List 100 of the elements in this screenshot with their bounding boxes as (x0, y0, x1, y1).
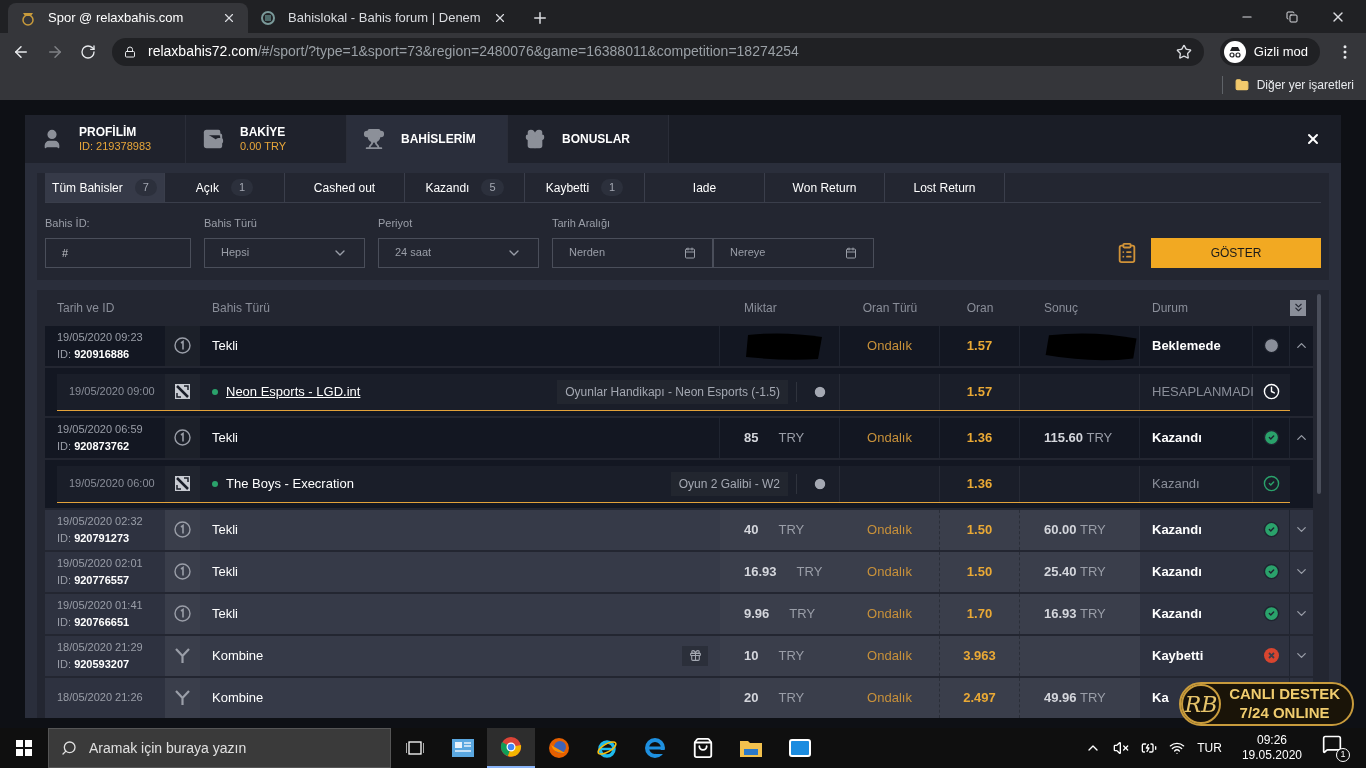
browser-tab[interactable]: Bahislokal - Bahis forum | Denem (248, 3, 519, 33)
battery-icon[interactable] (1141, 740, 1158, 756)
incognito-icon (1223, 40, 1246, 63)
bet-date: 19/05/2020 06:59 (57, 422, 144, 437)
count-badge: 1 (601, 179, 624, 196)
bet-status: Kaybetti (1152, 646, 1204, 665)
filter-tab[interactable]: Cashed out (285, 173, 405, 202)
amount-currency: TRY (778, 688, 805, 707)
collapse-all-icon[interactable] (1290, 299, 1306, 316)
filter-tab[interactable]: Kazandı 5 (405, 173, 525, 202)
mute-icon[interactable] (1113, 740, 1130, 756)
forum-logo-icon (260, 10, 276, 26)
date-from-field[interactable]: Nerden (552, 237, 713, 268)
folder-icon[interactable] (740, 739, 762, 757)
bookmark-star-icon[interactable] (1175, 43, 1192, 60)
calendar-icon[interactable] (684, 246, 696, 259)
game-icon (175, 476, 190, 491)
column-header: Bahis Türü (211, 299, 271, 317)
logo-icon (20, 10, 36, 26)
amount-value: 10 (744, 646, 759, 665)
incognito-button[interactable]: Gizli mod (1219, 37, 1320, 66)
bet-id-field[interactable]: # (45, 237, 191, 268)
odds-type: Ondalık (867, 520, 912, 539)
filter-tab[interactable]: Tüm Bahisler 7 (45, 173, 165, 202)
account-tab[interactable]: PROFİLİM ID: 219378983 (25, 115, 186, 163)
show-button[interactable]: GÖSTER (1151, 237, 1321, 268)
calendar-icon[interactable] (845, 246, 857, 259)
bet-row[interactable]: 19/05/2020 01:41 ID: 920766651 Tekli 9.96 TRY Ondalık 1.70 16.93 TRY Kazandı (45, 593, 1313, 634)
column-header: Durum (1151, 299, 1189, 317)
bet-status: Kazandı (1152, 520, 1202, 539)
notification-button[interactable]: 1 (1322, 734, 1350, 762)
count-badge: 7 (134, 179, 157, 196)
date-to-field[interactable]: Nereye (713, 237, 874, 268)
odds-value: 1.36 (966, 474, 993, 493)
field-label: Bahis İD: (45, 216, 91, 231)
bet-row[interactable]: 19/05/2020 09:23 ID: 920916886 Tekli Ondalık 1.57 Beklemede (45, 325, 1313, 366)
store-icon[interactable] (692, 737, 714, 759)
close-tab-icon[interactable] (222, 11, 236, 25)
language-indicator[interactable]: TUR (1197, 739, 1222, 757)
wifi-icon[interactable] (1169, 740, 1186, 756)
close-icon[interactable] (1305, 131, 1321, 147)
filter-tab[interactable]: Kaybetti 1 (525, 173, 645, 202)
bet-row[interactable]: 19/05/2020 06:59 ID: 920873762 Tekli 85 TRY Ondalık 1.36 115.60 TRY Kazandı (45, 417, 1313, 458)
bet-id: ID: 920593207 (57, 656, 131, 672)
bet-type: Tekli (212, 520, 239, 539)
odds-value: 1.36 (966, 428, 993, 447)
clipboard-icon[interactable] (1116, 241, 1138, 264)
bookmark-folder[interactable]: Diğer yer işaretleri (1221, 76, 1354, 94)
lock-icon (124, 45, 136, 58)
filter-tab[interactable]: Iade (645, 173, 765, 202)
column-header: Miktar (743, 299, 778, 317)
address-bar[interactable]: relaxbahis72.com/#/sport/?type=1&sport=73&region=2480076&game=16388011&competition=18274254 (112, 37, 1204, 66)
chrome-icon[interactable] (487, 728, 535, 768)
restore-icon[interactable] (1286, 10, 1298, 23)
account-tab[interactable]: BAKİYE 0.00 TRY (186, 115, 347, 163)
search-icon (61, 740, 77, 756)
trophy-icon (363, 128, 385, 150)
bet-type-select[interactable]: Hepsi (204, 237, 365, 268)
bet-id: ID: 920873762 (57, 438, 131, 454)
column-header: Sonuç (1043, 299, 1080, 317)
taskbar-search-field[interactable]: Aramak için buraya yazın (48, 728, 391, 768)
period-select[interactable]: 24 saat (378, 237, 539, 268)
bet-row[interactable]: 18/05/2020 21:29 ID: 920593207 Kombine 10 TRY Ondalık 3.963 Kaybetti (45, 635, 1313, 676)
game-icon (175, 384, 190, 399)
bet-row[interactable]: 19/05/2020 02:32 ID: 920791273 Tekli 40 TRY Ondalık 1.50 60.00 TRY Kazandı (45, 509, 1313, 550)
result-value: 115.60 TRY (1044, 428, 1113, 447)
match-date: 19/05/2020 06:00 (69, 476, 155, 492)
amount-currency: TRY (778, 520, 805, 539)
amount-currency: TRY (778, 428, 805, 447)
amount-value: 16.93 (744, 562, 777, 581)
bet-status: Ka (1152, 688, 1169, 707)
match-link[interactable]: Neon Esports - LGD.int (226, 381, 361, 402)
odds-type: Ondalık (867, 336, 912, 355)
market-label: Oyun 2 Galibi - W2 (670, 471, 788, 496)
filter-tab[interactable]: Won Return (765, 173, 885, 202)
result-value: 49.96 TRY (1044, 688, 1106, 707)
account-tab[interactable]: BONUSLAR (508, 115, 669, 163)
filter-tab[interactable]: Lost Return (885, 173, 1005, 202)
bet-id: ID: 920916886 (57, 346, 131, 362)
bet-date: 19/05/2020 02:01 (57, 556, 144, 571)
bet-id: ID: 920776557 (57, 572, 131, 588)
clock[interactable]: 09:26 19.05.2020 (1241, 733, 1302, 763)
amount-currency: TRY (789, 604, 816, 623)
match-date: 19/05/2020 09:00 (69, 384, 155, 400)
bet-row[interactable]: 19/05/2020 02:01 ID: 920776557 Tekli 16.93 TRY Ondalık 1.50 25.40 TRY Kazandı (45, 551, 1313, 592)
bet-id: ID: 920791273 (57, 530, 131, 546)
filter-tab[interactable]: Açık 1 (165, 173, 285, 202)
tab-title: Spor @ relaxbahis.com (48, 9, 185, 28)
browser-tab[interactable]: Spor @ relaxbahis.com (8, 3, 248, 33)
scrollbar[interactable] (1317, 293, 1321, 494)
reload-icon[interactable] (80, 43, 96, 60)
windows-icon[interactable] (16, 740, 32, 756)
account-tab[interactable]: BAHİSLERİM (347, 115, 508, 163)
odds-value: 1.50 (966, 520, 993, 539)
bet-status: Kazandı (1152, 562, 1202, 581)
count-badge: 5 (481, 179, 504, 196)
match-name: The Boys - Execration (226, 474, 354, 493)
logo-badge: RB (1181, 684, 1222, 724)
bet-status: Beklemede (1152, 336, 1221, 355)
bet-type: Kombine (212, 688, 265, 707)
